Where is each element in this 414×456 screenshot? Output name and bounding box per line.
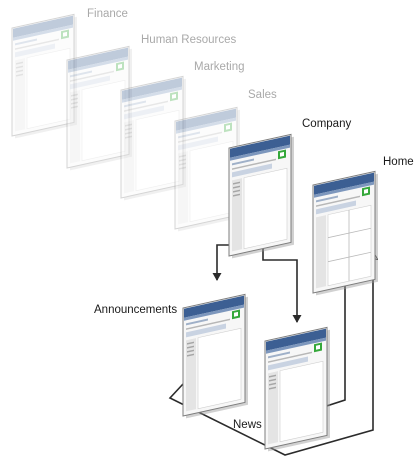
label-announcements: Announcements bbox=[94, 304, 177, 316]
page-news bbox=[264, 326, 331, 453]
label-home: Home bbox=[383, 156, 414, 168]
diagram-canvas: Finance Human Resources Marketing Sales … bbox=[11, 8, 414, 456]
label-human-resources: Human Resources bbox=[141, 34, 236, 46]
connector-company-to-news bbox=[262, 245, 302, 323]
page-thumbnail-icon bbox=[312, 170, 379, 297]
label-marketing: Marketing bbox=[194, 61, 245, 73]
label-news: News bbox=[233, 419, 262, 431]
label-sales: Sales bbox=[248, 89, 277, 101]
page-company bbox=[228, 133, 295, 260]
page-thumbnail-icon bbox=[264, 326, 331, 453]
page-announcements bbox=[182, 293, 249, 420]
label-finance: Finance bbox=[87, 8, 128, 20]
label-company: Company bbox=[302, 118, 351, 130]
page-thumbnail-icon bbox=[182, 293, 249, 420]
page-thumbnail-icon bbox=[228, 133, 295, 260]
page-home bbox=[312, 170, 379, 297]
site-structure-diagram: Finance Human Resources Marketing Sales … bbox=[0, 0, 414, 456]
